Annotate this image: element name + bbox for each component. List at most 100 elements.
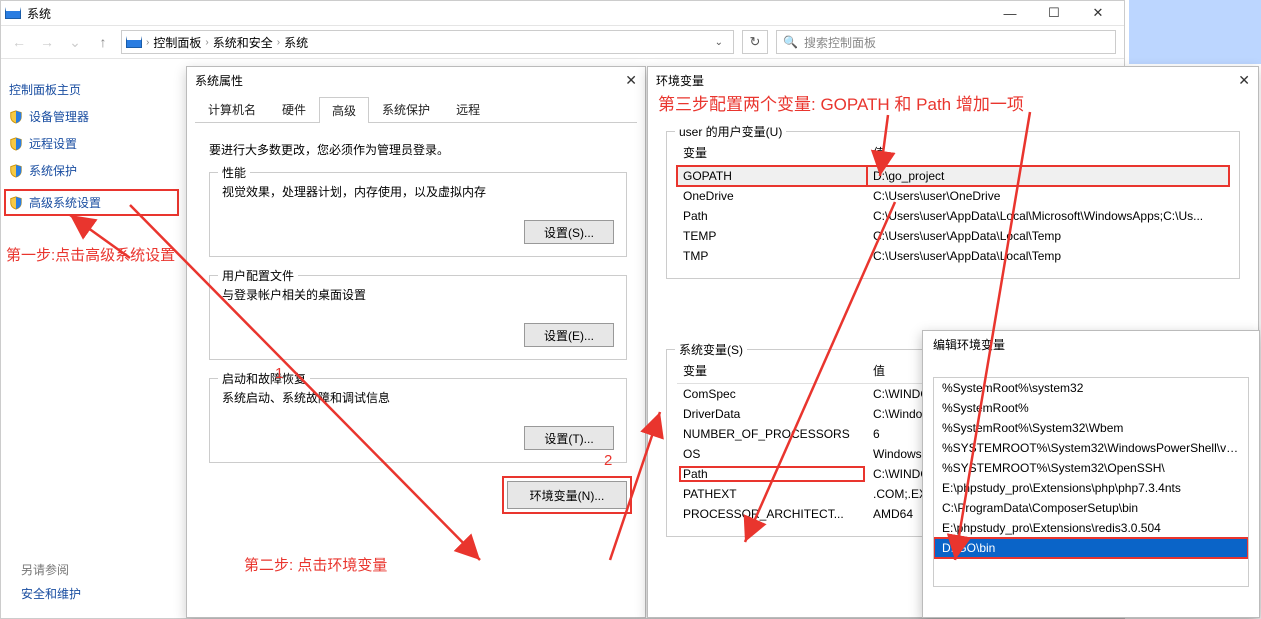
sidebar: 控制面板主页 设备管理器 远程设置 系统保护 高级系统设置 bbox=[9, 81, 179, 226]
list-item[interactable]: E:\phpstudy_pro\Extensions\redis3.0.504 bbox=[934, 518, 1248, 538]
search-input[interactable]: 🔍 搜索控制面板 bbox=[776, 30, 1116, 54]
list-item[interactable]: %SystemRoot%\system32 bbox=[934, 378, 1248, 398]
tab-computer-name[interactable]: 计算机名 bbox=[195, 96, 269, 122]
settings-start-button[interactable]: 设置(T)... bbox=[524, 426, 614, 450]
table-row[interactable]: TMPC:\Users\user\AppData\Local\Temp bbox=[677, 246, 1229, 266]
list-item-selected[interactable]: D:\GO\bin bbox=[934, 538, 1248, 558]
dialog-title: 编辑环境变量 bbox=[933, 336, 1005, 353]
sidebar-item-device-manager[interactable]: 设备管理器 bbox=[9, 108, 179, 125]
cell-val: C:\Users\user\OneDrive bbox=[867, 186, 1229, 206]
sidebar-item-remote[interactable]: 远程设置 bbox=[9, 135, 179, 152]
cell-var: OS bbox=[677, 444, 867, 464]
shield-icon bbox=[9, 196, 23, 210]
cell-val: C:\Users\user\AppData\Local\Temp bbox=[867, 226, 1229, 246]
cell-var: Path bbox=[677, 464, 867, 484]
cell-var: GOPATH bbox=[683, 169, 732, 183]
close-icon[interactable]: ✕ bbox=[625, 72, 637, 89]
group-label: 性能 bbox=[218, 164, 250, 181]
shield-icon bbox=[9, 110, 23, 124]
tab-strip: 计算机名 硬件 高级 系统保护 远程 bbox=[195, 97, 637, 123]
nav-bar: ← → ⌄ ↑ › 控制面板 › 系统和安全 › 系统 ⌄ ↻ 🔍 搜索控制面板 bbox=[1, 25, 1124, 59]
user-vars-group: user 的用户变量(U) 变量 值 GOPATH D:\go_project … bbox=[666, 131, 1240, 279]
settings-perf-button[interactable]: 设置(S)... bbox=[524, 220, 614, 244]
list-item[interactable]: %SYSTEMROOT%\System32\WindowsPowerShell\… bbox=[934, 438, 1248, 458]
cell-val: C:\Users\user\AppData\Local\Temp bbox=[867, 246, 1229, 266]
group-label: user 的用户变量(U) bbox=[675, 123, 786, 140]
list-item[interactable]: %SYSTEMROOT%\System32\OpenSSH\ bbox=[934, 458, 1248, 478]
sidebar-item-advanced[interactable]: 高级系统设置 bbox=[4, 189, 179, 216]
cell-var: Path bbox=[677, 206, 867, 226]
cell-var: NUMBER_OF_PROCESSORS bbox=[677, 424, 867, 444]
title-bar: 系统 ― ☐ ✕ bbox=[1, 1, 1124, 25]
cell-var: TEMP bbox=[677, 226, 867, 246]
cell-var: PATHEXT bbox=[677, 484, 867, 504]
sidebar-item-protection[interactable]: 系统保护 bbox=[9, 162, 179, 179]
table-row[interactable]: GOPATH D:\go_project bbox=[677, 166, 1229, 187]
sidebar-item-label: 设备管理器 bbox=[29, 108, 89, 125]
group-label: 用户配置文件 bbox=[218, 267, 298, 284]
list-item[interactable]: %SystemRoot%\System32\Wbem bbox=[934, 418, 1248, 438]
close-button[interactable]: ✕ bbox=[1076, 0, 1120, 27]
cell-var: ComSpec bbox=[677, 384, 867, 405]
sidebar-title[interactable]: 控制面板主页 bbox=[9, 81, 179, 98]
breadcrumb[interactable]: 系统 bbox=[284, 34, 308, 51]
breadcrumb[interactable]: 控制面板 bbox=[153, 34, 201, 51]
sidebar-item-label: 高级系统设置 bbox=[29, 194, 101, 211]
cell-val: C:\Users\user\AppData\Local\Microsoft\Wi… bbox=[867, 206, 1229, 226]
user-vars-table[interactable]: 变量 值 GOPATH D:\go_project OneDriveC:\Use… bbox=[677, 140, 1229, 266]
dialog-title-bar: 环境变量 ✕ bbox=[648, 67, 1258, 93]
group-label: 系统变量(S) bbox=[675, 341, 747, 358]
address-bar[interactable]: › 控制面板 › 系统和安全 › 系统 ⌄ bbox=[121, 30, 734, 54]
list-item[interactable]: C:\ProgramData\ComposerSetup\bin bbox=[934, 498, 1248, 518]
see-also-label: 另请参阅 bbox=[21, 561, 69, 578]
tab-protection[interactable]: 系统保护 bbox=[369, 96, 443, 122]
chevron-right-icon: › bbox=[146, 37, 149, 48]
maximize-button[interactable]: ☐ bbox=[1032, 0, 1076, 27]
tab-advanced[interactable]: 高级 bbox=[319, 97, 369, 123]
env-var-button[interactable]: 环境变量(N)... bbox=[507, 481, 627, 509]
admin-hint: 要进行大多数更改，您必须作为管理员登录。 bbox=[209, 141, 627, 158]
group-desc: 视觉效果，处理器计划，内存使用，以及虚拟内存 bbox=[222, 183, 614, 200]
sidebar-item-label: 系统保护 bbox=[29, 162, 77, 179]
settings-prof-button[interactable]: 设置(E)... bbox=[524, 323, 614, 347]
close-icon[interactable]: ✕ bbox=[1238, 72, 1250, 89]
table-row[interactable]: TEMPC:\Users\user\AppData\Local\Temp bbox=[677, 226, 1229, 246]
col-val[interactable]: 值 bbox=[867, 140, 1229, 166]
group-label: 启动和故障恢复 bbox=[218, 370, 310, 387]
group-desc: 与登录帐户相关的桌面设置 bbox=[222, 286, 614, 303]
back-button[interactable]: ← bbox=[9, 32, 29, 52]
group-profiles: 用户配置文件 与登录帐户相关的桌面设置 设置(E)... bbox=[209, 275, 627, 360]
sidebar-item-label: 远程设置 bbox=[29, 135, 77, 152]
forward-button[interactable]: → bbox=[37, 32, 57, 52]
tab-remote[interactable]: 远程 bbox=[443, 96, 493, 122]
window-title: 系统 bbox=[27, 5, 988, 22]
list-item[interactable]: E:\phpstudy_pro\Extensions\php\php7.3.4n… bbox=[934, 478, 1248, 498]
shield-icon bbox=[9, 164, 23, 178]
table-row[interactable]: OneDriveC:\Users\user\OneDrive bbox=[677, 186, 1229, 206]
edit-env-var-dialog: 编辑环境变量 %SystemRoot%\system32 %SystemRoot… bbox=[922, 330, 1260, 618]
refresh-button[interactable]: ↻ bbox=[742, 30, 768, 54]
decor-strip bbox=[1129, 0, 1261, 64]
minimize-button[interactable]: ― bbox=[988, 0, 1032, 27]
see-also-link[interactable]: 安全和维护 bbox=[21, 585, 81, 602]
col-var[interactable]: 变量 bbox=[677, 358, 867, 384]
path-entries-list[interactable]: %SystemRoot%\system32 %SystemRoot% %Syst… bbox=[933, 377, 1249, 587]
cell-var: PROCESSOR_ARCHITECT... bbox=[677, 504, 867, 524]
tab-hardware[interactable]: 硬件 bbox=[269, 96, 319, 122]
system-properties-dialog: 系统属性 ✕ 计算机名 硬件 高级 系统保护 远程 要进行大多数更改，您必须作为… bbox=[186, 66, 646, 618]
addr-dropdown-icon[interactable]: ⌄ bbox=[709, 37, 729, 48]
up-button[interactable]: ↑ bbox=[93, 32, 113, 52]
table-row[interactable]: PathC:\Users\user\AppData\Local\Microsof… bbox=[677, 206, 1229, 226]
cell-var: TMP bbox=[677, 246, 867, 266]
chevron-right-icon: › bbox=[205, 37, 208, 48]
col-var[interactable]: 变量 bbox=[677, 140, 867, 166]
list-item[interactable]: %SystemRoot% bbox=[934, 398, 1248, 418]
group-desc: 系统启动、系统故障和调试信息 bbox=[222, 389, 614, 406]
shield-icon bbox=[9, 137, 23, 151]
breadcrumb[interactable]: 系统和安全 bbox=[213, 34, 273, 51]
dialog-title-bar: 系统属性 ✕ bbox=[187, 67, 645, 93]
cell-var: OneDrive bbox=[677, 186, 867, 206]
history-dropdown[interactable]: ⌄ bbox=[65, 32, 85, 52]
dialog-title: 系统属性 bbox=[195, 72, 243, 89]
cell-var: DriverData bbox=[677, 404, 867, 424]
